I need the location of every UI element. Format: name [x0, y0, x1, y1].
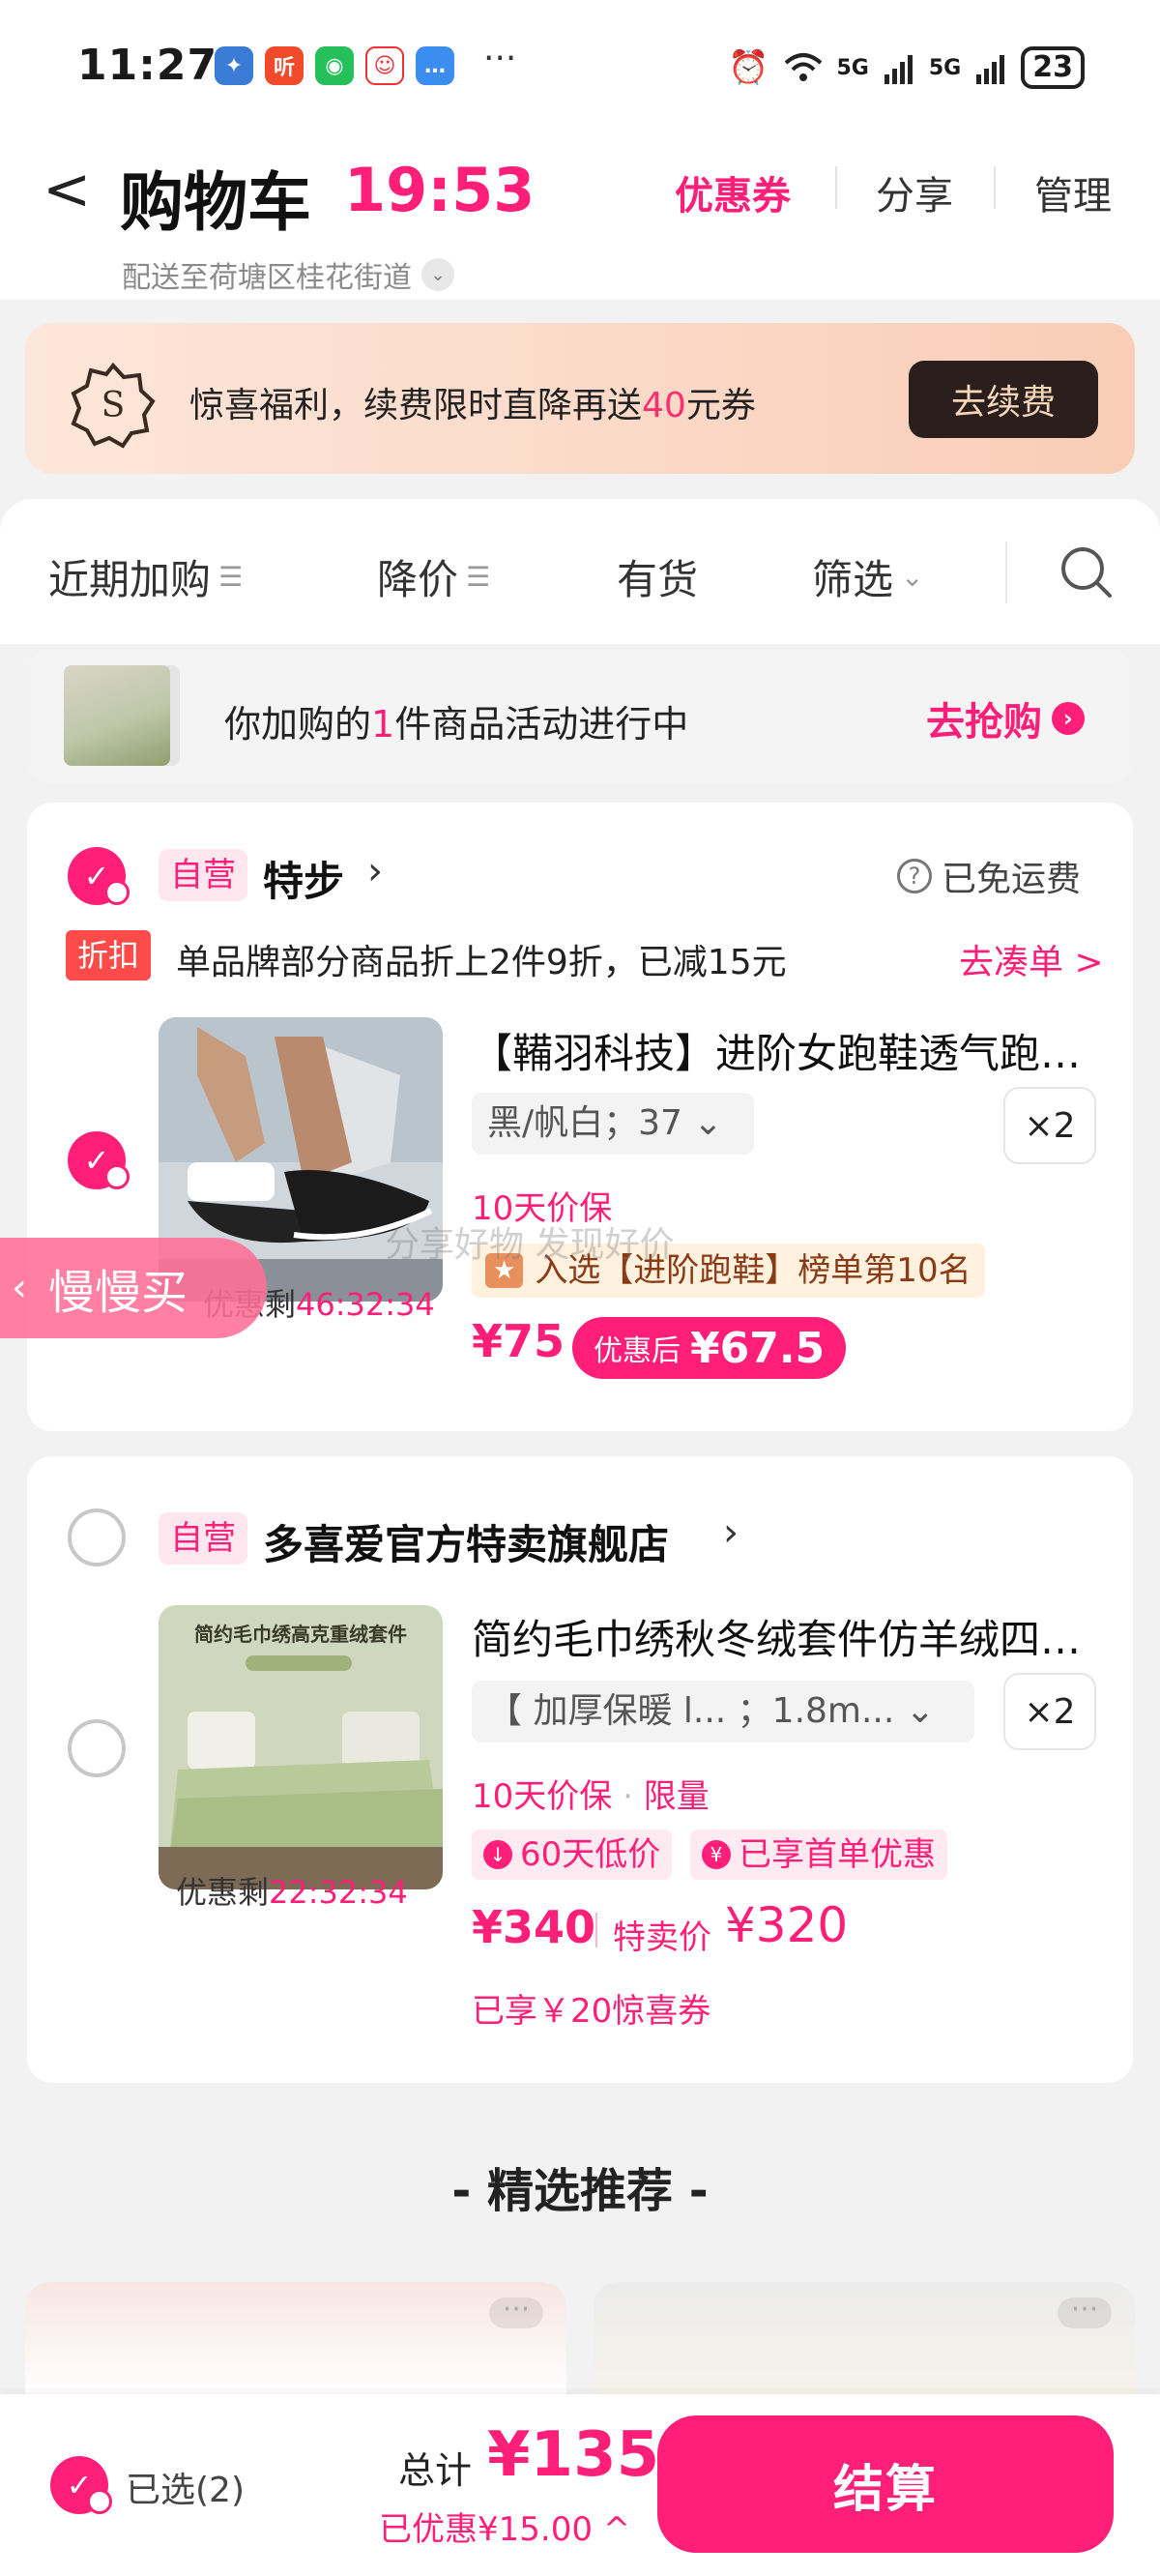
status-more-icon: ···	[483, 39, 517, 78]
product-title[interactable]: 简约毛巾绣秋冬绒套件仿羊绒四件套	[472, 1607, 1090, 1666]
special-price: ¥320	[725, 1897, 849, 1953]
ting-app-icon: 听	[265, 46, 304, 85]
item-price: ¥75	[472, 1315, 566, 1367]
free-shipping[interactable]: ? 已免运费	[897, 851, 1081, 901]
self-operated-badge: 自营	[159, 849, 247, 901]
svg-text:S: S	[102, 386, 126, 425]
chevron-down-icon: ⌄	[693, 1103, 723, 1143]
wifi-icon	[784, 53, 822, 81]
store-name[interactable]: 多喜爱官方特卖旗舰店	[263, 1512, 669, 1571]
tab-price-drop[interactable]: 降价 ☰	[377, 547, 490, 606]
spec-selector[interactable]: 【 加厚保暖 l... ；1.8m... ⌄	[472, 1681, 974, 1742]
selected-count: 已选(2)	[126, 2471, 245, 2510]
chevron-right-icon: ›	[1052, 702, 1085, 735]
cart-timer: 19:53	[344, 155, 536, 225]
lock-icon	[104, 880, 130, 905]
question-icon: ?	[897, 859, 932, 893]
page-title: 购物车	[120, 165, 311, 240]
product-image-bedding[interactable]: 简约毛巾绣高克重绒套件	[159, 1605, 443, 1889]
alarm-icon: ⏰	[728, 48, 769, 87]
first-order-tag: ¥ 已享首单优惠	[690, 1830, 947, 1880]
total-label: 总计	[398, 2449, 473, 2492]
special-price-label: 特卖价	[613, 1918, 711, 1957]
network-type-1: 5G	[836, 55, 869, 80]
chevron-left-icon: ‹	[12, 1266, 27, 1310]
product-thumbnail	[64, 665, 170, 766]
signal-icon	[884, 55, 913, 84]
go-buy-link[interactable]: 去抢购 ›	[926, 690, 1085, 746]
recommend-card[interactable]	[25, 2282, 566, 2398]
low-price-tag: ↓ 60天低价	[472, 1830, 673, 1880]
add-more-link[interactable]: 去凑单 >	[959, 934, 1104, 984]
total-amount: ¥135	[487, 2419, 660, 2491]
coupon-applied: 已享￥20惊喜券	[472, 1992, 711, 2031]
lock-icon	[104, 1164, 130, 1189]
delivery-address[interactable]: 配送至荷塘区桂花街道 ⌄	[122, 253, 454, 296]
price-divider	[595, 1913, 597, 1947]
tab-recently-added[interactable]: 近期加购 ☰	[48, 547, 243, 606]
chevron-down-icon: ⌄	[421, 258, 454, 291]
quantity-button[interactable]: ×2	[1003, 1673, 1096, 1750]
status-time: 11:27	[77, 41, 218, 90]
browser-app-icon: ✦	[215, 46, 253, 85]
item-checkbox[interactable]	[68, 1719, 126, 1777]
chevron-down-icon: ⌄	[905, 1691, 935, 1731]
tab-in-stock[interactable]: 有货	[617, 547, 698, 606]
header-divider	[994, 166, 996, 209]
network-type-2: 5G	[928, 55, 962, 80]
address-text: 配送至荷塘区桂花街道	[122, 261, 412, 295]
discount-detail-toggle[interactable]: 已优惠¥15.00 ^	[379, 2503, 630, 2550]
item-price: ¥340	[472, 1901, 596, 1953]
sort-icon: ☰	[466, 561, 491, 593]
manmanmai-float-button[interactable]: ‹ 慢慢买	[0, 1238, 267, 1338]
discount-countdown: 优惠剩22:32:34	[176, 1874, 408, 1911]
share-link[interactable]: 分享	[876, 164, 953, 220]
recommend-card[interactable]	[594, 2282, 1135, 2398]
back-icon[interactable]: <	[43, 161, 91, 220]
chevron-down-icon: ⌄	[901, 561, 924, 593]
status-notification-icons: ✦ 听 ◉ ☺ …	[215, 46, 454, 85]
clown-app-icon: ☺	[365, 46, 404, 85]
checkout-button[interactable]: 结算	[657, 2415, 1114, 2553]
status-right-icons: ⏰ 5G 5G 23	[728, 46, 1085, 89]
notice-text: 你加购的1件商品活动进行中	[224, 703, 689, 746]
yen-icon: ¥	[702, 1840, 731, 1869]
renew-button[interactable]: 去续费	[909, 361, 1098, 438]
watermark-text: 分享好物 发现好价	[385, 1225, 675, 1265]
quantity-button[interactable]: ×2	[1003, 1087, 1096, 1164]
chevron-right-icon: ›	[367, 849, 383, 893]
badge-s-icon: S	[71, 362, 156, 449]
discount-text: 单品牌部分商品折上2件9折，已减15元	[176, 943, 787, 982]
sort-icon: ☰	[218, 561, 244, 593]
message-app-icon: …	[416, 46, 454, 85]
more-icon[interactable]: ···	[1058, 2296, 1112, 2328]
store-name[interactable]: 特步	[263, 849, 344, 908]
coupon-link[interactable]: 优惠券	[675, 164, 791, 220]
store-checkbox[interactable]	[68, 1508, 126, 1566]
header-divider	[835, 166, 837, 209]
after-discount-price: 优惠后 ¥67.5	[572, 1317, 847, 1379]
wechat-app-icon: ◉	[315, 46, 354, 85]
discount-tag: 折扣	[66, 930, 152, 981]
spec-selector[interactable]: 黑/帆白；37 ⌄	[472, 1093, 754, 1155]
lock-icon	[87, 2489, 112, 2514]
battery-indicator: 23	[1021, 46, 1085, 89]
arrow-down-icon: ↓	[483, 1840, 512, 1869]
search-icon[interactable]	[1058, 543, 1116, 601]
self-operated-badge: 自营	[159, 1512, 247, 1565]
filter-divider	[1005, 542, 1007, 603]
price-guarantee: 10天价保 · 限量	[472, 1777, 710, 1816]
manage-link[interactable]: 管理	[1034, 164, 1112, 220]
more-icon[interactable]: ···	[489, 2296, 543, 2328]
signal-icon-2	[976, 55, 1005, 84]
promo-text: 惊喜福利，续费限时直降再送40元券	[189, 386, 756, 425]
product-title[interactable]: 【鞴羽科技】进阶女跑鞋透气跑步鞋	[472, 1021, 1090, 1080]
tab-filter[interactable]: 筛选 ⌄	[812, 547, 923, 606]
recommend-heading: - 精选推荐 -	[451, 2164, 709, 2218]
chevron-right-icon: ›	[723, 1510, 739, 1555]
